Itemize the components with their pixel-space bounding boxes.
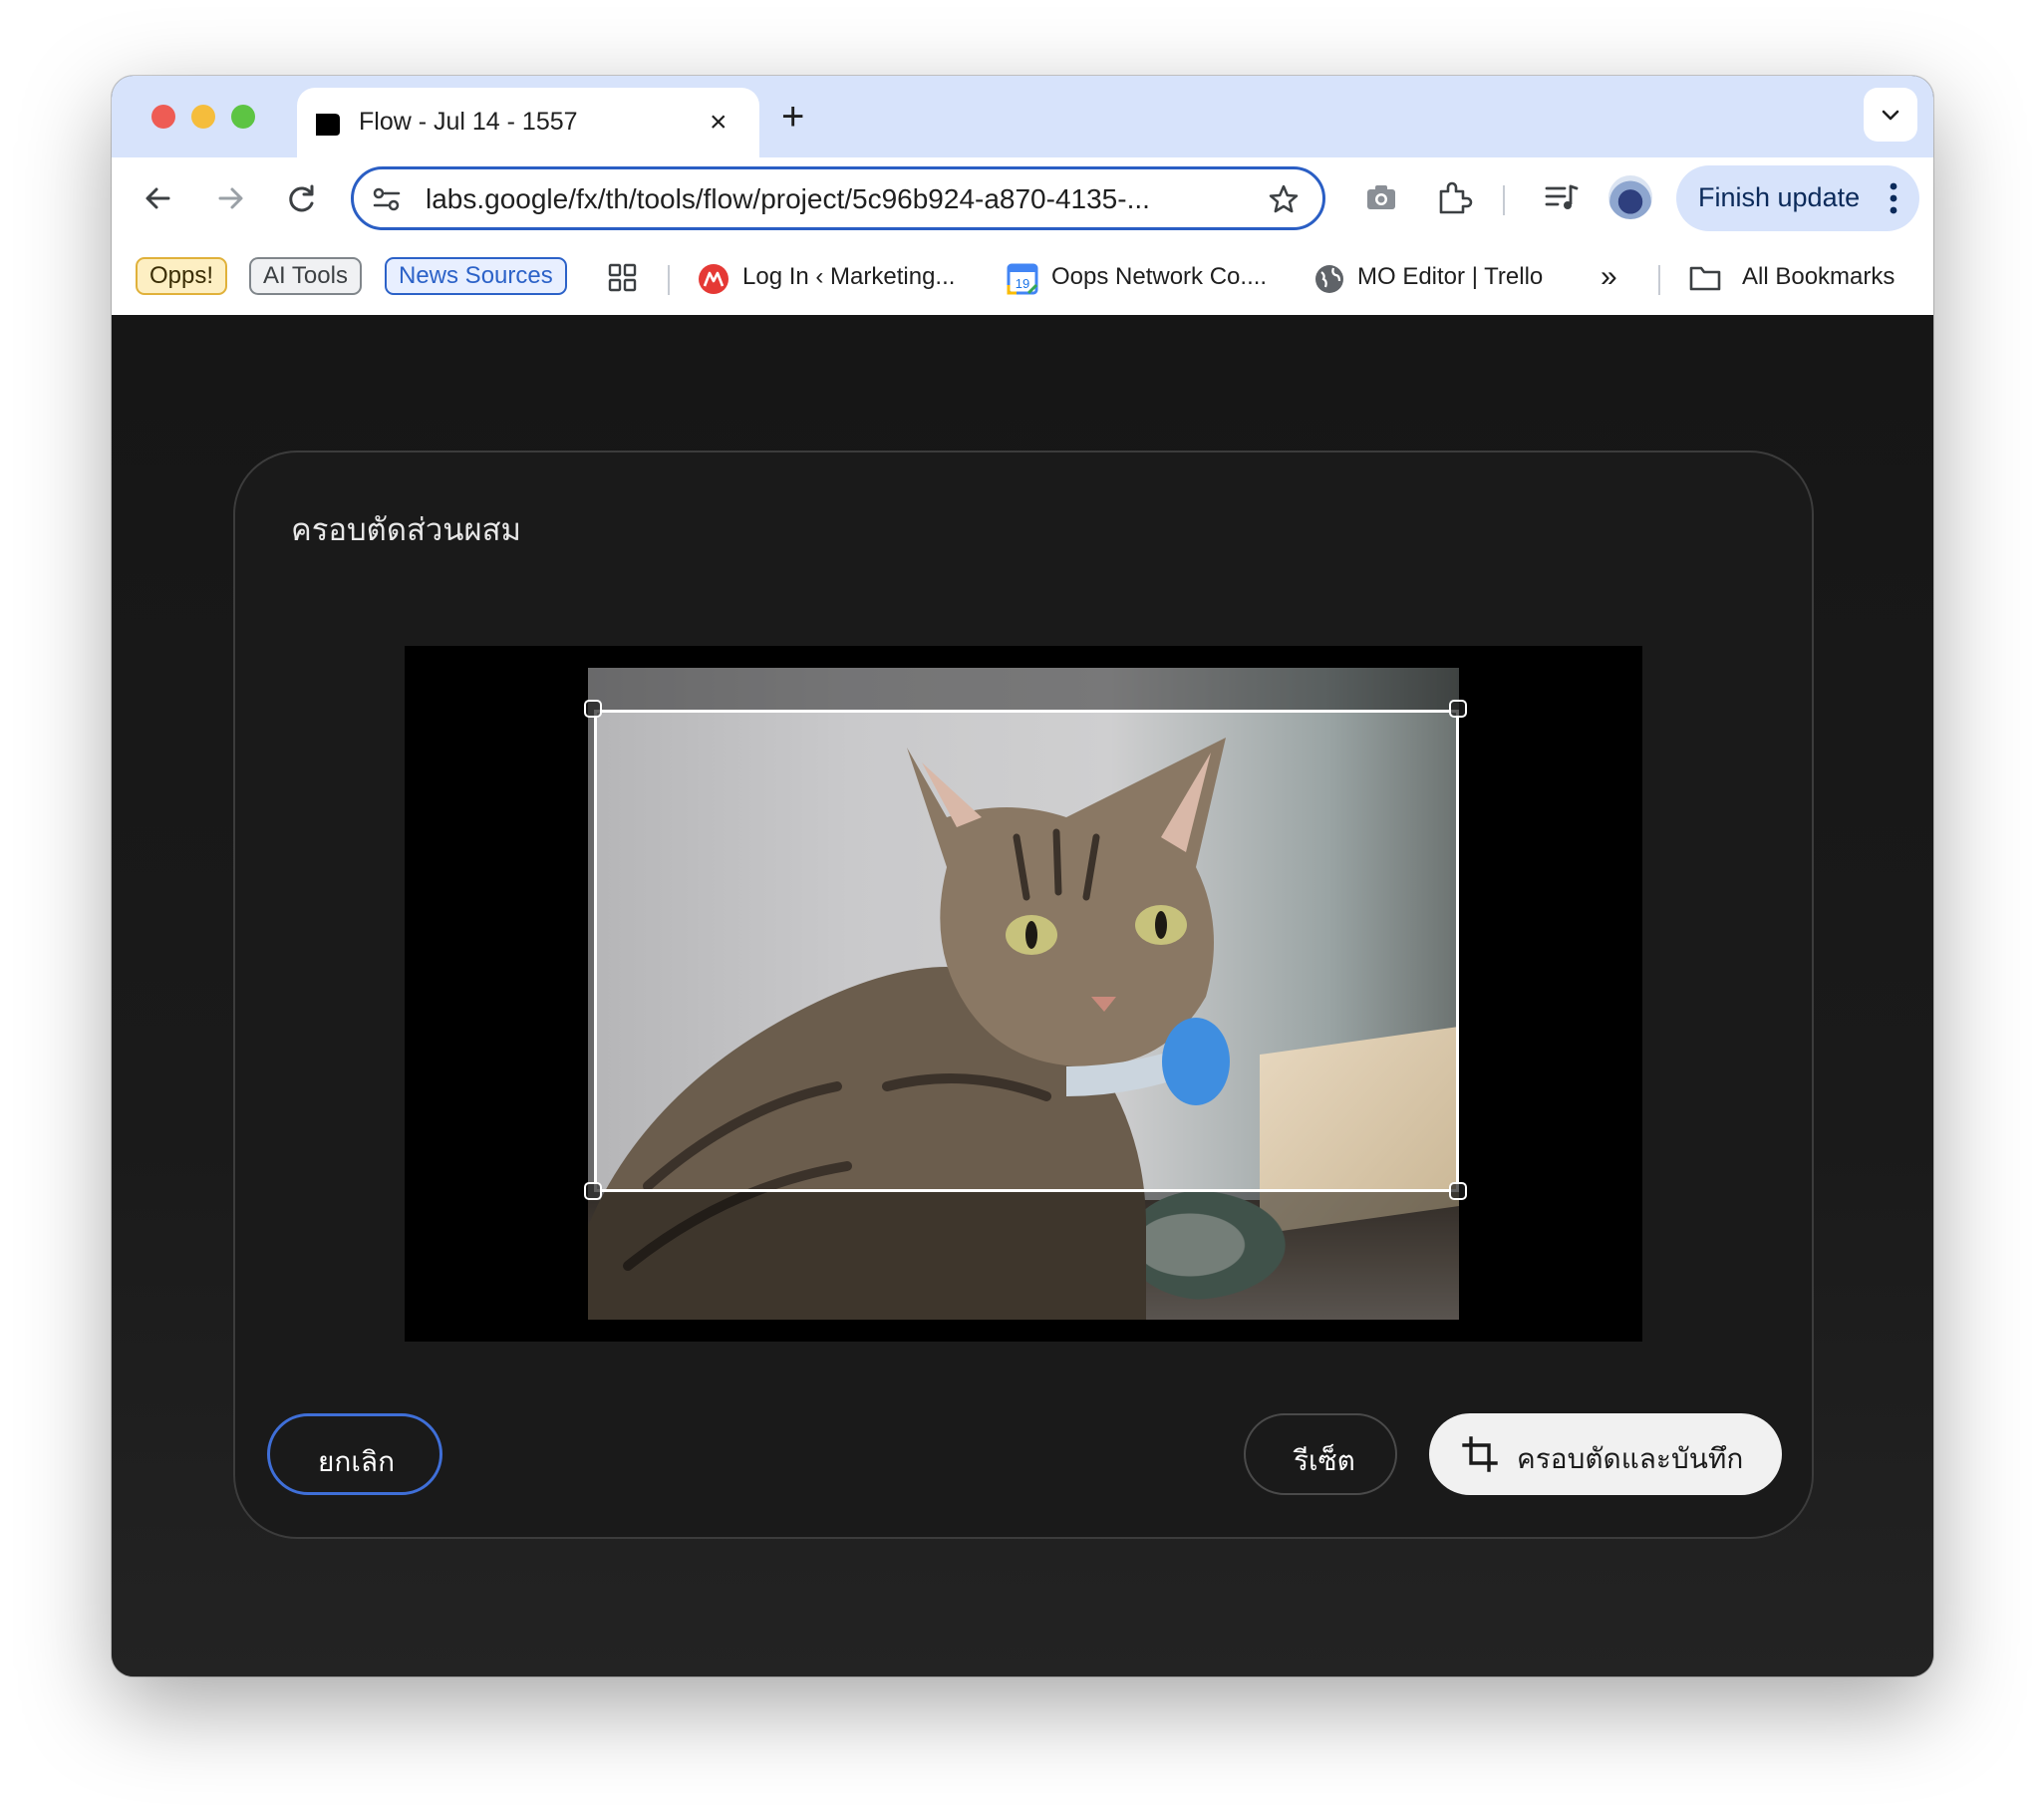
crop-and-save-button[interactable]: ครอบตัดและบันทึก: [1429, 1413, 1782, 1495]
media-queue-icon[interactable]: [1543, 179, 1581, 215]
calendar-icon: 19: [1007, 263, 1038, 295]
bookmark-mo-editor-trello[interactable]: MO Editor | Trello: [1357, 257, 1543, 297]
cancel-button-label: ยกเลิก: [318, 1446, 396, 1477]
toolbar-divider: [1503, 185, 1505, 215]
crop-handle-top-right[interactable]: [1449, 700, 1467, 718]
bookmark-log-in-marketing[interactable]: Log In ‹ Marketing...: [742, 257, 955, 297]
flow-favicon-icon: [316, 114, 340, 136]
tab-search-button[interactable]: [1864, 88, 1917, 142]
address-bar[interactable]: labs.google/fx/th/tools/flow/project/5c9…: [351, 166, 1325, 230]
tab-title: Flow - Jul 14 - 1557: [359, 108, 578, 136]
extensions-puzzle-icon[interactable]: [1435, 179, 1473, 217]
reload-icon[interactable]: [281, 177, 323, 219]
reset-button-label: รีเซ็ต: [1294, 1445, 1355, 1476]
crop-selection-box[interactable]: [594, 710, 1459, 1192]
tab-flow[interactable]: Flow - Jul 14 - 1557 ×: [297, 88, 759, 157]
crop-and-save-label: ครอบตัดและบันทึก: [1517, 1443, 1744, 1474]
profile-avatar[interactable]: [1608, 175, 1652, 219]
calendar-icon-number: 19: [1016, 276, 1029, 291]
new-tab-button[interactable]: +: [781, 92, 804, 142]
close-window-button[interactable]: [151, 105, 175, 129]
all-bookmarks-label[interactable]: All Bookmarks: [1742, 257, 1895, 297]
maximize-window-button[interactable]: [231, 105, 255, 129]
globe-icon: [1315, 265, 1343, 293]
bookmark-opps[interactable]: Opps!: [136, 257, 228, 295]
crop-shade-bottom: [588, 1192, 1459, 1320]
bookmark-news-sources[interactable]: News Sources: [385, 257, 567, 295]
crop-handle-top-left[interactable]: [584, 700, 602, 718]
camera-icon[interactable]: [1363, 179, 1399, 215]
bookmark-oops-network[interactable]: Oops Network Co....: [1051, 257, 1267, 297]
tab-strip: Flow - Jul 14 - 1557 × +: [112, 76, 1933, 157]
bookmarks-bar: Opps! AI Tools News Sources Log In ‹ Mar…: [112, 239, 1933, 315]
dialog-title: ครอบตัดส่วนผสม: [291, 512, 521, 547]
bookmark-ai-tools[interactable]: AI Tools: [249, 257, 362, 295]
finish-update-label: Finish update: [1698, 182, 1861, 212]
crop-icon: [1462, 1436, 1498, 1472]
url-text[interactable]: labs.google/fx/th/tools/flow/project/5c9…: [426, 183, 1150, 215]
bookmarks-overflow-chevron[interactable]: »: [1601, 257, 1617, 297]
bookmarks-divider: [1658, 265, 1660, 295]
page-content: ครอบตัดส่วนผสม ยกเลิก รีเซ็ต ครอบตัดและบ…: [112, 315, 1933, 1676]
cancel-button[interactable]: ยกเลิก: [267, 1413, 442, 1495]
apps-grid-icon[interactable]: [608, 263, 638, 293]
back-arrow-icon[interactable]: [138, 177, 179, 219]
red-brand-icon: [699, 264, 729, 294]
bookmark-star-icon[interactable]: [1267, 182, 1301, 216]
browser-toolbar: labs.google/fx/th/tools/flow/project/5c9…: [112, 157, 1933, 239]
crop-handle-bottom-left[interactable]: [584, 1182, 602, 1200]
chevron-down-icon: [1882, 110, 1899, 121]
site-settings-icon[interactable]: [372, 185, 402, 213]
crop-canvas: [405, 646, 1642, 1342]
crop-dialog: ครอบตัดส่วนผสม ยกเลิก รีเซ็ต ครอบตัดและบ…: [233, 451, 1814, 1539]
browser-window: Flow - Jul 14 - 1557 × + labs.google/fx/…: [112, 76, 1933, 1676]
bookmarks-divider: [668, 265, 670, 295]
tab-close-icon[interactable]: ×: [710, 106, 728, 140]
crop-handle-bottom-right[interactable]: [1449, 1182, 1467, 1200]
forward-arrow-icon[interactable]: [209, 177, 251, 219]
more-vert-icon: [1890, 182, 1897, 214]
folder-icon: [1689, 266, 1721, 291]
minimize-window-button[interactable]: [191, 105, 215, 129]
finish-update-button[interactable]: Finish update: [1676, 165, 1919, 231]
crop-shade-top: [588, 668, 1459, 710]
reset-button[interactable]: รีเซ็ต: [1244, 1413, 1397, 1495]
